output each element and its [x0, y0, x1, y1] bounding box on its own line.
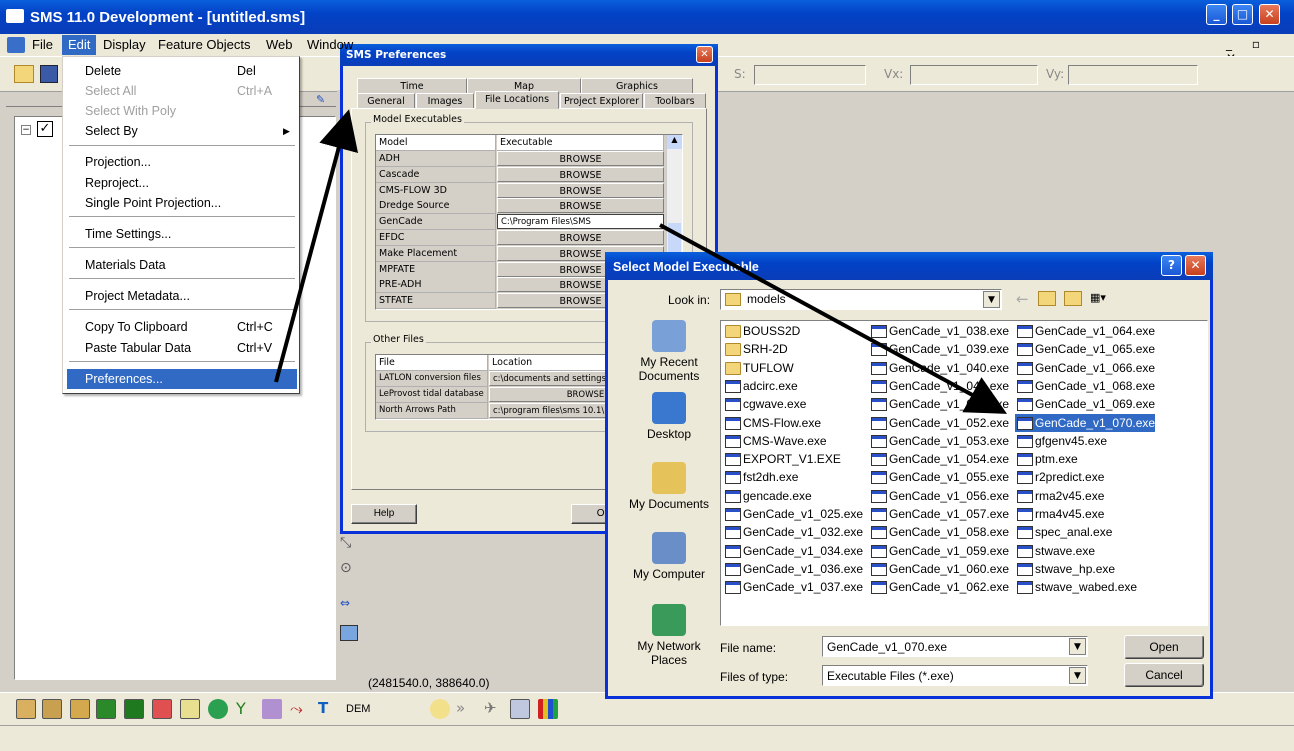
menu-edit[interactable]: Edit [68, 37, 90, 52]
menu-display[interactable]: Display [103, 37, 146, 52]
annotation-arrows [274, 109, 1008, 414]
arrow-preferences-to-dialog [274, 109, 359, 383]
arrow-gencade-to-file [659, 223, 1008, 414]
menu-web[interactable]: Web [266, 37, 293, 52]
menu-window[interactable]: Window [307, 37, 353, 52]
menu-feature-objects[interactable]: Feature Objects [158, 37, 251, 52]
menu-file[interactable]: File [32, 37, 53, 52]
tab-file-locations[interactable]: File Locations [475, 91, 559, 109]
